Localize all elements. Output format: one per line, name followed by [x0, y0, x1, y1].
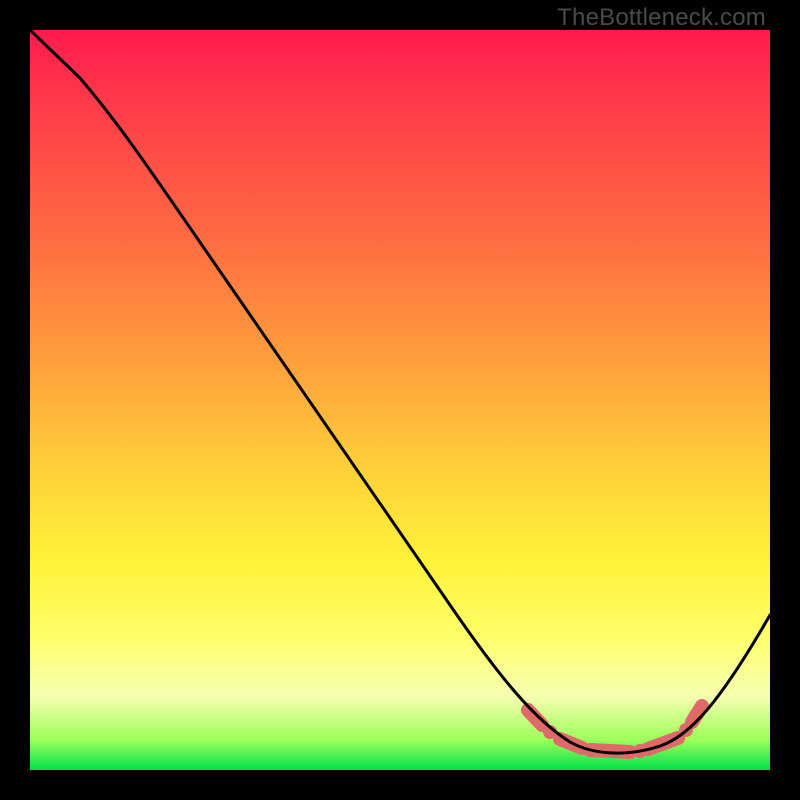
- curve-svg: [30, 30, 770, 770]
- watermark-text: TheBottleneck.com: [557, 4, 766, 32]
- bottleneck-curve-path: [30, 30, 770, 753]
- chart-frame: TheBottleneck.com: [0, 0, 800, 800]
- plot-area: [30, 30, 770, 770]
